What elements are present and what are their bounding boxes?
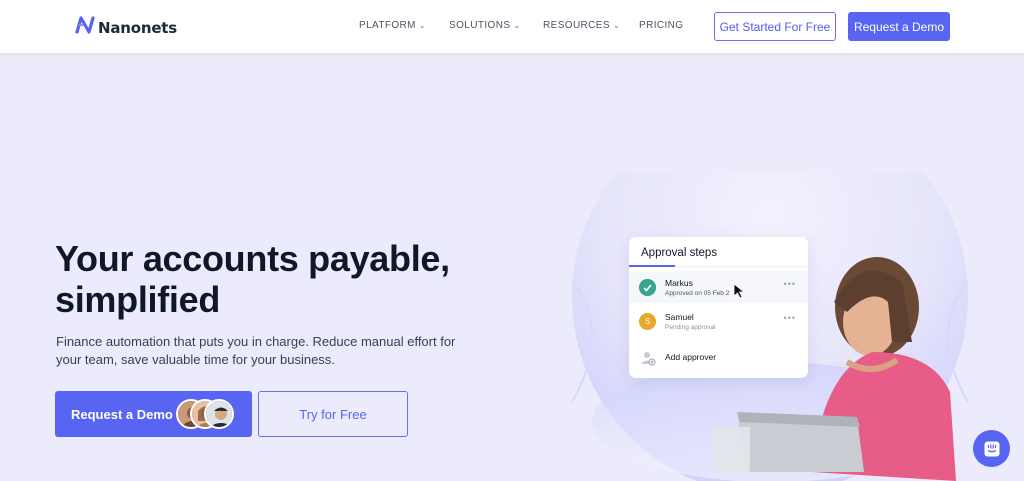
site-header: Nanonets PLATFORM ⌄ SOLUTIONS ⌄ RESOURCE… bbox=[0, 0, 1024, 53]
nav-solutions[interactable]: SOLUTIONS ⌄ bbox=[449, 20, 521, 31]
hero-request-demo-label: Request a Demo bbox=[71, 407, 173, 422]
nav-resources-label: RESOURCES bbox=[543, 20, 610, 31]
approver-status: Approved on 05 Feb 2 bbox=[665, 290, 730, 297]
approval-card-title: Approval steps bbox=[641, 247, 718, 259]
more-icon[interactable]: ••• bbox=[784, 279, 796, 289]
nav-resources[interactable]: RESOURCES ⌄ bbox=[543, 20, 620, 31]
nav-platform[interactable]: PLATFORM ⌄ bbox=[359, 20, 426, 31]
add-approver-row[interactable]: Add approver bbox=[629, 341, 808, 373]
avatar bbox=[204, 399, 234, 429]
logo[interactable]: Nanonets bbox=[75, 15, 177, 40]
hero-title-line2: simplified bbox=[55, 279, 221, 320]
avatar: S bbox=[639, 313, 656, 330]
approver-name: Markus bbox=[665, 278, 693, 288]
hero-subtitle: Finance automation that puts you in char… bbox=[56, 334, 456, 367]
approval-steps-card: Approval steps Markus Approved on 05 Feb… bbox=[629, 237, 808, 378]
chevron-down-icon: ⌄ bbox=[612, 21, 621, 30]
chevron-down-icon: ⌄ bbox=[418, 21, 427, 30]
avatar-group bbox=[176, 399, 238, 429]
request-demo-button[interactable]: Request a Demo bbox=[848, 12, 950, 41]
hero-try-free-button[interactable]: Try for Free bbox=[258, 391, 408, 437]
approver-name: Samuel bbox=[665, 312, 694, 322]
nav-pricing[interactable]: PRICING bbox=[639, 20, 683, 31]
add-approver-label: Add approver bbox=[665, 352, 717, 362]
hero-title-line1: Your accounts payable, bbox=[55, 238, 450, 279]
cursor-icon bbox=[733, 283, 747, 304]
nav-pricing-label: PRICING bbox=[639, 20, 684, 31]
tab-indicator bbox=[629, 265, 675, 267]
add-user-icon bbox=[639, 349, 656, 366]
hero-title: Your accounts payable, simplified bbox=[55, 238, 495, 320]
approver-status: Pending approval bbox=[665, 324, 716, 331]
approver-row-samuel[interactable]: S Samuel Pending approval ••• bbox=[629, 305, 808, 337]
avatar bbox=[639, 279, 656, 296]
get-started-button[interactable]: Get Started For Free bbox=[714, 12, 836, 41]
hero-request-demo-button[interactable]: Request a Demo bbox=[55, 391, 252, 437]
nav-solutions-label: SOLUTIONS bbox=[449, 20, 511, 31]
approver-row-markus[interactable]: Markus Approved on 05 Feb 2 ••• bbox=[629, 271, 808, 303]
logo-text: Nanonets bbox=[98, 18, 178, 37]
nav-platform-label: PLATFORM bbox=[359, 20, 416, 31]
chevron-down-icon: ⌄ bbox=[513, 21, 521, 30]
nanonets-logo-icon bbox=[75, 15, 95, 40]
more-icon[interactable]: ••• bbox=[784, 313, 796, 323]
chat-icon[interactable] bbox=[973, 430, 1010, 467]
